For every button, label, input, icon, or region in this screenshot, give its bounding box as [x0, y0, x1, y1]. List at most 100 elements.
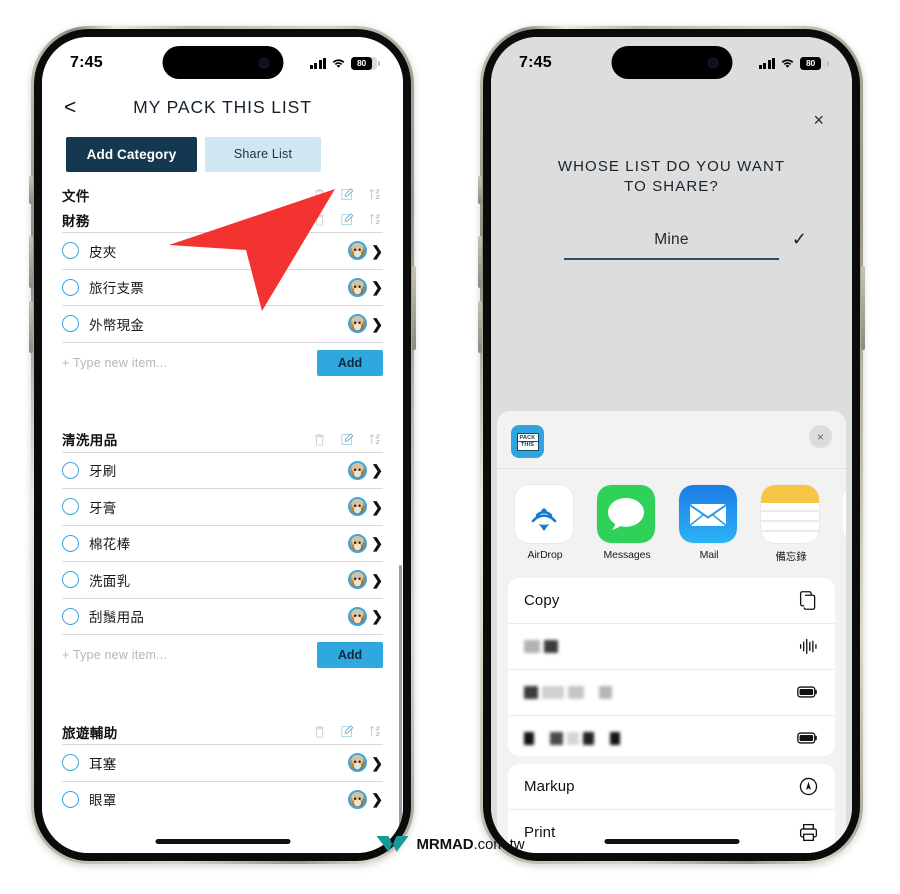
share-target-selector[interactable]: Mine ✓ [564, 230, 807, 260]
edit-category-button[interactable] [340, 432, 355, 447]
delete-category-button[interactable] [312, 212, 327, 227]
share-targets-row[interactable]: AirDrop Messages Mail 備忘錄 [497, 469, 846, 570]
list-item[interactable]: 牙膏 ❯ [62, 488, 383, 525]
share-sheet-close-button[interactable]: × [809, 425, 832, 448]
power-button[interactable] [412, 266, 416, 350]
list-item[interactable]: 皮夾 ❯ [62, 232, 383, 269]
item-checkbox[interactable] [62, 790, 79, 808]
chevron-right-icon[interactable]: ❯ [371, 463, 383, 477]
sort-category-button[interactable] [368, 212, 383, 227]
sort-category-button[interactable] [368, 187, 383, 202]
share-target-label: AirDrop [527, 549, 563, 561]
dog-avatar[interactable] [348, 606, 368, 626]
dog-avatar[interactable] [348, 753, 368, 773]
item-checkbox[interactable] [62, 461, 79, 479]
silent-switch[interactable] [29, 176, 33, 204]
dog-avatar[interactable] [348, 533, 368, 553]
category-list[interactable]: 文件 財務 皮夾 ❯ 旅行支票 ❯ 外幣現金 ❯ + Type new item... Add 清洗… [42, 182, 403, 853]
new-item-input[interactable]: + Type new item... [62, 648, 167, 662]
action-buttons-row: Add Category Share List [42, 131, 403, 182]
check-icon[interactable]: ✓ [792, 230, 807, 248]
delete-category-button[interactable] [312, 432, 327, 447]
navigation-bar: < MY PACK THIS LIST [42, 83, 403, 131]
item-checkbox[interactable] [62, 571, 79, 589]
item-checkbox[interactable] [62, 278, 79, 296]
share-action-copy[interactable]: Copy [508, 578, 835, 623]
add-category-button[interactable]: Add Category [66, 137, 197, 172]
volume-down-button[interactable] [478, 301, 482, 353]
share-action-print[interactable]: Print [508, 809, 835, 853]
chevron-right-icon[interactable]: ❯ [371, 317, 383, 331]
share-action-markup[interactable]: Markup [508, 764, 835, 809]
sort-category-button[interactable] [368, 432, 383, 447]
share-action-row-redacted[interactable] [508, 622, 835, 669]
volume-up-button[interactable] [29, 236, 33, 288]
new-item-row[interactable]: + Type new item... Add [62, 634, 383, 675]
add-item-button[interactable]: Add [317, 349, 383, 376]
volume-up-button[interactable] [478, 236, 482, 288]
item-label: 牙刷 [89, 464, 117, 480]
dog-avatar[interactable] [348, 314, 368, 334]
share-target-備忘錄[interactable]: 備忘錄 [761, 485, 821, 563]
dog-avatar[interactable] [348, 789, 368, 809]
delete-category-button[interactable] [312, 187, 327, 202]
scrollbar-thumb[interactable] [399, 565, 402, 853]
item-checkbox[interactable] [62, 534, 79, 552]
messages-icon [597, 485, 655, 543]
battery-action-icon [797, 686, 817, 699]
delete-category-button[interactable] [312, 724, 327, 739]
chevron-right-icon[interactable]: ❯ [371, 756, 383, 770]
share-target-airdrop[interactable]: AirDrop [515, 485, 575, 562]
chevron-right-icon[interactable]: ❯ [371, 792, 383, 806]
share-target-partial[interactable] [843, 485, 846, 562]
edit-category-button[interactable] [340, 212, 355, 227]
phone-screen-left: 7:45 80 < MY PACK THIS LIST Add Category… [42, 37, 403, 853]
dog-avatar[interactable] [348, 497, 368, 517]
new-item-input[interactable]: + Type new item... [62, 356, 167, 370]
chevron-right-icon[interactable]: ❯ [371, 280, 383, 294]
power-button[interactable] [861, 266, 865, 350]
edit-icon [341, 725, 354, 737]
edit-category-button[interactable] [340, 724, 355, 739]
list-item[interactable]: 旅行支票 ❯ [62, 268, 383, 306]
dog-avatar[interactable] [348, 277, 368, 297]
list-item[interactable]: 刮鬚用品 ❯ [62, 597, 383, 635]
redacted-label [524, 685, 612, 699]
item-checkbox[interactable] [62, 315, 79, 333]
list-item[interactable]: 外幣現金 ❯ [62, 305, 383, 342]
share-target-messages[interactable]: Messages [597, 485, 657, 562]
edit-category-button[interactable] [340, 187, 355, 202]
item-checkbox[interactable] [62, 498, 79, 516]
chevron-right-icon[interactable]: ❯ [371, 573, 383, 587]
back-button[interactable]: < [64, 97, 76, 118]
close-icon[interactable]: × [813, 111, 824, 129]
scrollbar-track[interactable] [399, 240, 402, 853]
share-action-row-redacted[interactable] [508, 714, 835, 756]
chevron-right-icon[interactable]: ❯ [371, 609, 383, 623]
list-item[interactable]: 洗面乳 ❯ [62, 561, 383, 598]
item-checkbox[interactable] [62, 607, 79, 625]
add-item-button[interactable]: Add [317, 642, 383, 668]
chevron-right-icon[interactable]: ❯ [371, 536, 383, 550]
dog-avatar[interactable] [348, 241, 368, 261]
volume-down-button[interactable] [29, 301, 33, 353]
battery-action-icon [797, 727, 819, 749]
item-checkbox[interactable] [62, 242, 79, 260]
list-item[interactable]: 眼罩 ❯ [62, 780, 383, 818]
home-indicator [155, 839, 290, 844]
list-item[interactable]: 牙刷 ❯ [62, 451, 383, 489]
list-item[interactable]: 棉花棒 ❯ [62, 524, 383, 562]
chevron-right-icon[interactable]: ❯ [371, 500, 383, 514]
dog-avatar[interactable] [348, 570, 368, 590]
share-action-row-redacted[interactable] [508, 668, 835, 715]
dog-avatar[interactable] [348, 460, 368, 480]
share-actions-group-1: Copy [508, 577, 835, 757]
silent-switch[interactable] [478, 176, 482, 204]
new-item-row[interactable]: + Type new item... Add [62, 341, 383, 383]
share-list-button[interactable]: Share List [205, 137, 321, 172]
list-item[interactable]: 耳塞 ❯ [62, 744, 383, 781]
item-checkbox[interactable] [62, 754, 79, 772]
sort-category-button[interactable] [368, 724, 383, 739]
chevron-right-icon[interactable]: ❯ [371, 244, 383, 258]
share-target-mail[interactable]: Mail [679, 485, 739, 562]
